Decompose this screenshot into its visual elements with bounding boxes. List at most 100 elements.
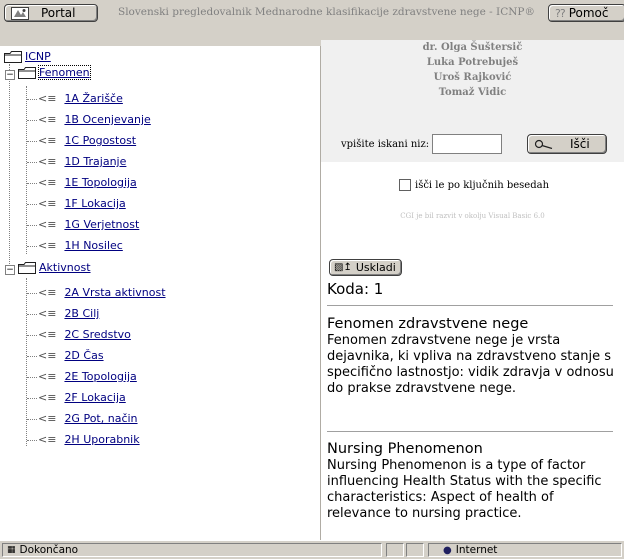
portal-icon <box>11 6 29 20</box>
folder-open-icon <box>18 66 36 79</box>
tree-item-label[interactable]: 1D Trajanje <box>64 155 126 168</box>
leaf-icon: <≡ <box>38 433 57 446</box>
leaf-icon: <≡ <box>38 370 57 383</box>
page-title: Slovenski pregledovalnik Mednarodne klas… <box>118 6 535 18</box>
leaf-icon: <≡ <box>38 113 57 126</box>
tree-item[interactable]: <≡ 2E Topologija <box>38 370 137 383</box>
portal-button[interactable]: Portal <box>4 4 98 22</box>
tree-connector <box>26 278 27 446</box>
tree-item[interactable]: <≡ 2H Uporabnik <box>38 433 140 446</box>
search-label: vpišite iskani niz: <box>341 138 430 150</box>
adjust-icon: ▧↥ <box>334 262 352 273</box>
section-text-en: Nursing Phenomenon is a type of factor i… <box>327 458 602 521</box>
tree-item-label[interactable]: 1C Pogostost <box>64 134 136 147</box>
folder-icon <box>4 50 22 63</box>
tree-group-label[interactable]: Aktivnost <box>39 261 91 274</box>
collapse-toggle-fenomen[interactable]: − <box>5 70 15 80</box>
tree-item-label[interactable]: 2E Topologija <box>64 370 136 383</box>
tree-item-label[interactable]: 2G Pot, način <box>64 412 137 425</box>
help-button[interactable]: ?? Pomoč <box>548 4 624 22</box>
tree-group-fenomen[interactable]: Fenomen <box>18 65 91 80</box>
tree-item-label[interactable]: 1E Topologija <box>64 176 136 189</box>
tree-item[interactable]: <≡ 2A Vrsta aktivnost <box>38 286 166 299</box>
leaf-icon: <≡ <box>38 218 57 231</box>
leaf-icon: <≡ <box>38 197 57 210</box>
help-icon: ?? <box>555 6 566 20</box>
keyword-filter[interactable]: išči le po ključnih besedah <box>399 179 549 191</box>
author-name: Tomaž Vidic <box>438 87 507 98</box>
status-bar: ▦ Dokončano ● Internet <box>0 540 624 559</box>
tree-item-label[interactable]: 1G Verjetnost <box>64 218 139 231</box>
tree-branch <box>27 377 37 378</box>
tree-item[interactable]: <≡ 1F Lokacija <box>38 197 126 210</box>
tree-item[interactable]: <≡ 1C Pogostost <box>38 134 136 147</box>
tree-item[interactable]: <≡ 1E Topologija <box>38 176 137 189</box>
tree-root-label[interactable]: ICNP <box>25 50 51 63</box>
tree-item-label[interactable]: 2B Cilj <box>64 307 99 320</box>
portal-label: Portal <box>41 6 76 20</box>
tree-item[interactable]: <≡ 1H Nosilec <box>38 239 123 252</box>
detail-panel: dr. Olga Šuštersič Luka Potrebuješ Uroš … <box>321 40 624 540</box>
tree-item-label[interactable]: 2H Uporabnik <box>64 433 139 446</box>
divider <box>327 305 613 306</box>
tree-branch <box>27 120 37 121</box>
search-input[interactable] <box>432 134 503 154</box>
tree-item[interactable]: <≡ 2D Čas <box>38 349 104 362</box>
search-button[interactable]: Išči <box>527 134 607 154</box>
tree-branch <box>27 398 37 399</box>
adjust-label: Uskladi <box>355 261 396 274</box>
tree-item-label[interactable]: 1B Ocenjevanje <box>64 113 150 126</box>
collapse-toggle-aktivnost[interactable]: − <box>5 265 15 275</box>
divider <box>327 431 613 432</box>
tree-connector <box>9 64 10 264</box>
keyword-checkbox[interactable] <box>399 179 411 191</box>
tree-branch <box>27 419 37 420</box>
tree-item[interactable]: <≡ 2G Pot, način <box>38 412 138 425</box>
tree-branch <box>27 183 37 184</box>
tree-item-label[interactable]: 2F Lokacija <box>64 391 125 404</box>
tree-branch <box>27 440 37 441</box>
tree-item[interactable]: <≡ 1B Ocenjevanje <box>38 113 151 126</box>
tree-item-label[interactable]: 1H Nosilec <box>64 239 122 252</box>
leaf-icon: <≡ <box>38 391 57 404</box>
tree-item-label[interactable]: 2A Vrsta aktivnost <box>64 286 165 299</box>
tree-branch <box>27 141 37 142</box>
status-cell: ▦ Dokončano <box>2 543 382 557</box>
leaf-icon: <≡ <box>38 286 57 299</box>
tree-branch <box>27 356 37 357</box>
tree-branch <box>27 162 37 163</box>
tree-branch <box>27 335 37 336</box>
tree-branch <box>27 246 37 247</box>
tree-item[interactable]: <≡ 2B Cilj <box>38 307 99 320</box>
search-button-label: Išči <box>570 137 590 151</box>
leaf-icon: <≡ <box>38 328 57 341</box>
category-tree: ICNP − Fenomen <≡ 1A Žarišče <≡ 1B Ocenjev… <box>0 46 321 540</box>
tree-item[interactable]: <≡ 2C Sredstvo <box>38 328 131 341</box>
tree-group-label[interactable]: Fenomen <box>38 65 91 80</box>
tree-branch <box>27 225 37 226</box>
adjust-button[interactable]: ▧↥ Uskladi <box>329 259 402 276</box>
tree-item[interactable]: <≡ 1D Trajanje <box>38 155 126 168</box>
tree-item[interactable]: <≡ 2F Lokacija <box>38 391 126 404</box>
tree-root[interactable]: ICNP <box>4 50 51 63</box>
search-row: vpišite iskani niz: <box>341 134 503 154</box>
search-icon <box>534 139 553 149</box>
leaf-icon: <≡ <box>38 307 57 320</box>
help-label: Pomoč <box>568 6 609 20</box>
tree-item-label[interactable]: 1F Lokacija <box>64 197 125 210</box>
folder-open-icon <box>18 261 36 274</box>
tree-branch <box>27 293 37 294</box>
tree-item-label[interactable]: 1A Žarišče <box>64 92 122 105</box>
tree-item-label[interactable]: 2C Sredstvo <box>64 328 130 341</box>
tree-branch <box>27 99 37 100</box>
leaf-icon: <≡ <box>38 349 57 362</box>
tree-group-aktivnost[interactable]: Aktivnost <box>18 261 91 274</box>
status-cell-empty <box>406 543 424 557</box>
leaf-icon: <≡ <box>38 239 57 252</box>
tree-item[interactable]: <≡ 1A Žarišče <box>38 92 123 105</box>
author-name: Uroš Rajković <box>433 72 512 83</box>
zone-text: Internet <box>455 544 498 556</box>
tree-item[interactable]: <≡ 1G Verjetnost <box>38 218 139 231</box>
tree-item-label[interactable]: 2D Čas <box>64 349 103 362</box>
leaf-icon: <≡ <box>38 92 57 105</box>
